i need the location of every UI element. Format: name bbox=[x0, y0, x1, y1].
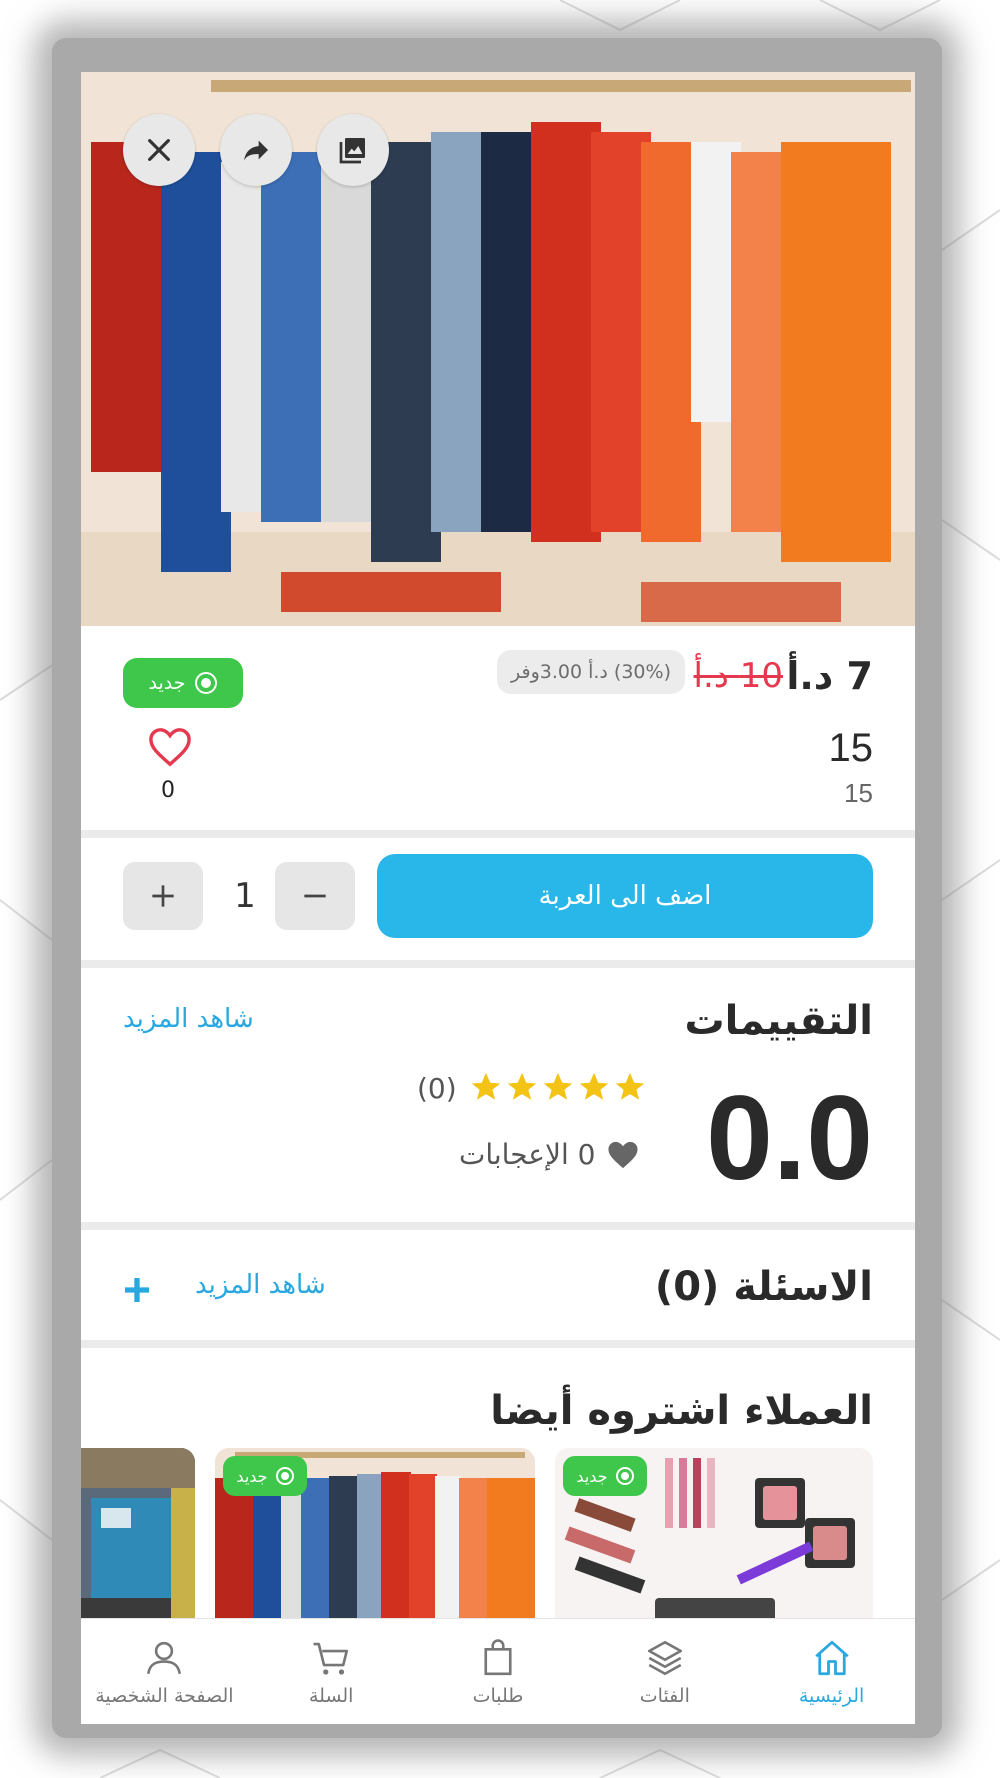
nav-profile[interactable]: الصفحة الشخصية bbox=[81, 1619, 248, 1724]
also-bought-section: العملاء اشتروه أيضا جديد جديد bbox=[81, 1348, 915, 1648]
rating-score: 0.0 bbox=[706, 1071, 873, 1205]
current-price: 7 د.أ bbox=[786, 654, 873, 698]
bag-icon bbox=[484, 1638, 512, 1675]
nav-label: طلبات bbox=[472, 1684, 524, 1707]
add-question-icon[interactable] bbox=[121, 1274, 153, 1306]
reviews-see-more-link[interactable]: شاهد المزيد bbox=[123, 1004, 254, 1034]
quantity-value: 1 bbox=[234, 876, 256, 916]
bottom-navigation: الرئيسية الفئات طلبات السلة الصفحة الشخص… bbox=[81, 1618, 915, 1724]
divider bbox=[81, 830, 915, 838]
minus-icon bbox=[304, 894, 326, 898]
cart-section: اضف الى العربة 1 bbox=[81, 838, 915, 960]
star-icon bbox=[507, 1072, 537, 1100]
savings-text: (30%) د.أ 3.00وفر bbox=[511, 661, 671, 683]
increase-quantity-button[interactable] bbox=[123, 862, 203, 930]
nav-categories[interactable]: الفئات bbox=[581, 1619, 748, 1724]
product-image[interactable] bbox=[81, 72, 915, 626]
layers-icon bbox=[647, 1640, 682, 1675]
questions-title: الاسئلة (0) bbox=[654, 1264, 873, 1310]
nav-cart[interactable]: السلة bbox=[248, 1619, 415, 1724]
review-count: (0) bbox=[417, 1072, 457, 1105]
nav-label: الفئات bbox=[639, 1684, 690, 1707]
questions-section: الاسئلة (0) شاهد المزيد bbox=[81, 1230, 915, 1340]
gallery-button[interactable] bbox=[317, 114, 389, 186]
likes-label: 0 الإعجابات bbox=[459, 1138, 596, 1171]
new-badge-label: جديد bbox=[576, 1466, 608, 1486]
plus-icon bbox=[152, 885, 174, 907]
new-badge-label: جديد bbox=[236, 1466, 268, 1486]
radio-dot-icon bbox=[615, 1467, 634, 1485]
nav-orders[interactable]: طلبات bbox=[415, 1619, 582, 1724]
likes-summary: 0 الإعجابات bbox=[459, 1138, 641, 1171]
star-icon bbox=[579, 1072, 609, 1100]
questions-see-more-link[interactable]: شاهد المزيد bbox=[195, 1270, 326, 1300]
new-badge-label: جديد bbox=[148, 672, 186, 694]
nav-label: السلة bbox=[308, 1684, 354, 1707]
profile-icon bbox=[147, 1641, 182, 1674]
product-subtitle: 15 bbox=[844, 778, 873, 808]
also-bought-title: العملاء اشتروه أيضا bbox=[490, 1388, 873, 1434]
divider bbox=[81, 1222, 915, 1230]
divider bbox=[81, 960, 915, 968]
clothes-rack-image bbox=[81, 72, 915, 626]
savings-badge: (30%) د.أ 3.00وفر bbox=[497, 650, 685, 694]
gallery-icon bbox=[339, 138, 365, 164]
cart-icon bbox=[313, 1642, 349, 1675]
reviews-title: التقييمات bbox=[684, 998, 873, 1044]
star-icon bbox=[471, 1072, 501, 1100]
favorite-count: 0 bbox=[161, 778, 175, 803]
new-badge: جديد bbox=[123, 658, 243, 708]
product-screen: 7 د.أ 10 د.أ (30%) د.أ 3.00وفر جديد 15 1… bbox=[81, 72, 915, 1724]
close-button[interactable] bbox=[123, 114, 195, 186]
radio-dot-icon bbox=[275, 1467, 294, 1485]
share-button[interactable] bbox=[220, 114, 292, 186]
decrease-quantity-button[interactable] bbox=[275, 862, 355, 930]
new-badge: جديد bbox=[223, 1456, 307, 1496]
nav-home[interactable]: الرئيسية bbox=[748, 1619, 915, 1724]
share-icon bbox=[244, 140, 268, 161]
old-price: 10 د.أ bbox=[693, 656, 783, 696]
reviews-section: التقييمات شاهد المزيد 0.0 (0) 0 الإعجابا… bbox=[81, 968, 915, 1222]
star-icon bbox=[543, 1072, 573, 1100]
new-badge: جديد bbox=[563, 1456, 647, 1496]
divider bbox=[81, 1340, 915, 1348]
nav-label: الرئيسية bbox=[798, 1684, 865, 1707]
heart-filled-icon bbox=[608, 1141, 639, 1168]
star-icon bbox=[615, 1072, 645, 1100]
nav-label: الصفحة الشخصية bbox=[95, 1684, 234, 1707]
home-icon bbox=[814, 1640, 849, 1675]
add-to-cart-button[interactable]: اضف الى العربة bbox=[377, 854, 873, 938]
radio-dot-icon bbox=[195, 672, 218, 694]
rating-stars bbox=[469, 1070, 647, 1104]
heart-icon[interactable] bbox=[147, 726, 193, 768]
close-icon bbox=[148, 139, 170, 161]
price-section: 7 د.أ 10 د.أ (30%) د.أ 3.00وفر جديد 15 1… bbox=[81, 626, 915, 830]
product-title: 15 bbox=[828, 726, 874, 770]
